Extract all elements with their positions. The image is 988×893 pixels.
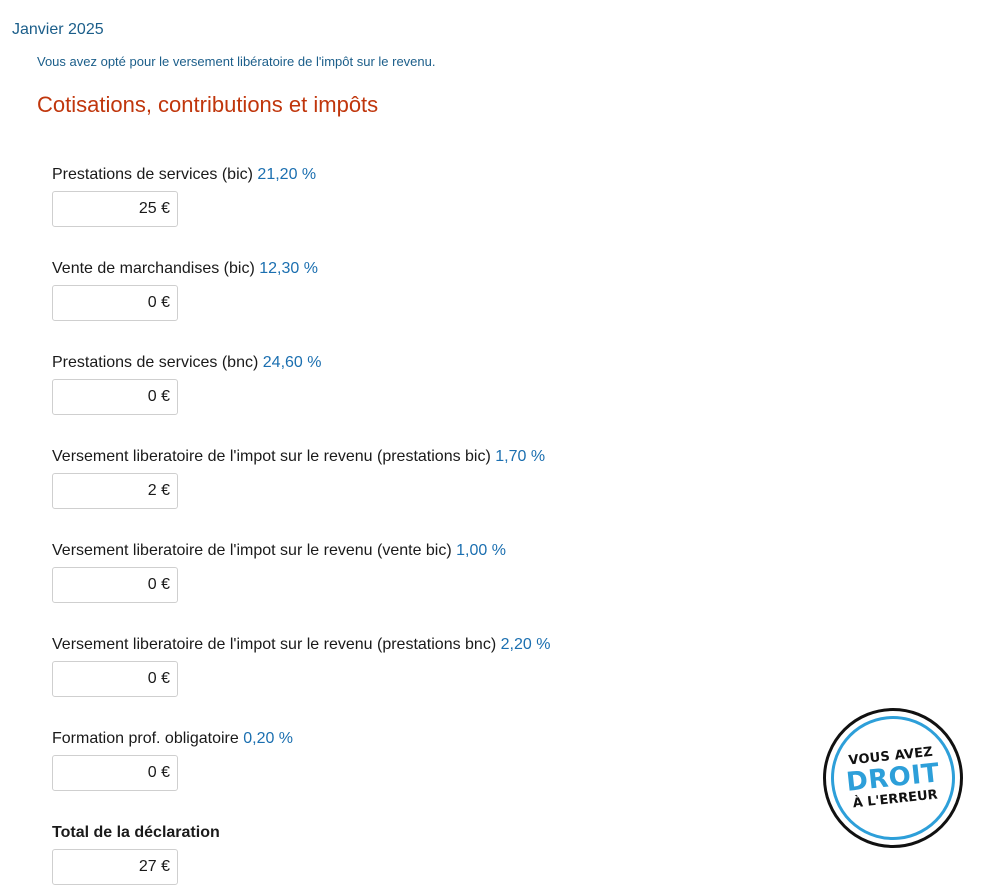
field-label-text: Versement liberatoire de l'impot sur le … — [52, 636, 497, 653]
field-rate: 2,20 % — [500, 636, 551, 653]
field-rate: 24,60 % — [262, 354, 322, 371]
field-professional-training: Formation prof. obligatoire 0,20 % 0 € — [52, 729, 293, 791]
field-label-text: Prestations de services (bnc) — [52, 354, 259, 371]
field-label: Formation prof. obligatoire 0,20 % — [52, 729, 293, 749]
amount-field-goods-bic[interactable]: 0 € — [52, 285, 178, 321]
amount-field-vl-goods-bic[interactable]: 0 € — [52, 567, 178, 603]
field-rate: 0,20 % — [243, 730, 294, 747]
section-title: Cotisations, contributions et impôts — [37, 92, 379, 117]
badge-inner-ring: VOUS AVEZ DROIT À L'ERREUR — [824, 709, 962, 847]
total-label: Total de la déclaration — [52, 824, 220, 841]
amount-field-vl-services-bnc[interactable]: 0 € — [52, 661, 178, 697]
amount-field-professional-training[interactable]: 0 € — [52, 755, 178, 791]
field-label-text: Vente de marchandises (bic) — [52, 260, 255, 277]
droit-a-l-erreur-badge: VOUS AVEZ DROIT À L'ERREUR — [823, 708, 963, 848]
field-rate: 1,00 % — [456, 542, 506, 559]
field-rate: 1,70 % — [495, 448, 546, 465]
field-label-text: Versement liberatoire de l'impot sur le … — [52, 448, 491, 465]
field-label: Versement liberatoire de l'impot sur le … — [52, 541, 506, 561]
field-vl-goods-bic: Versement liberatoire de l'impot sur le … — [52, 541, 506, 603]
field-rate: 12,30 % — [259, 260, 318, 277]
field-label: Versement liberatoire de l'impot sur le … — [52, 635, 550, 655]
field-vl-services-bnc: Versement liberatoire de l'impot sur le … — [52, 635, 550, 697]
field-rate: 21,20 % — [257, 166, 317, 183]
field-label: Vente de marchandises (bic) 12,30 % — [52, 259, 318, 279]
amount-field-total[interactable]: 27 € — [52, 849, 178, 885]
field-label-text: Formation prof. obligatoire — [52, 730, 239, 747]
field-services-bnc: Prestations de services (bnc) 24,60 % 0 … — [52, 353, 321, 415]
field-label-text: Prestations de services (bic) — [52, 166, 253, 183]
field-label: Prestations de services (bic) 21,20 % — [52, 165, 316, 185]
amount-field-vl-services-bic[interactable]: 2 € — [52, 473, 178, 509]
field-total: Total de la déclaration 27 € — [52, 823, 220, 885]
field-vl-services-bic: Versement liberatoire de l'impot sur le … — [52, 447, 545, 509]
field-services-bic: Prestations de services (bic) 21,20 % 25… — [52, 165, 316, 227]
month-title: Janvier 2025 — [12, 21, 104, 38]
field-label: Prestations de services (bnc) 24,60 % — [52, 353, 321, 373]
income-tax-option-note: Vous avez opté pour le versement libérat… — [37, 54, 436, 69]
field-goods-bic: Vente de marchandises (bic) 12,30 % 0 € — [52, 259, 318, 321]
amount-field-services-bic[interactable]: 25 € — [52, 191, 178, 227]
amount-field-services-bnc[interactable]: 0 € — [52, 379, 178, 415]
field-label: Versement liberatoire de l'impot sur le … — [52, 447, 545, 467]
field-label-text: Versement liberatoire de l'impot sur le … — [52, 542, 452, 559]
